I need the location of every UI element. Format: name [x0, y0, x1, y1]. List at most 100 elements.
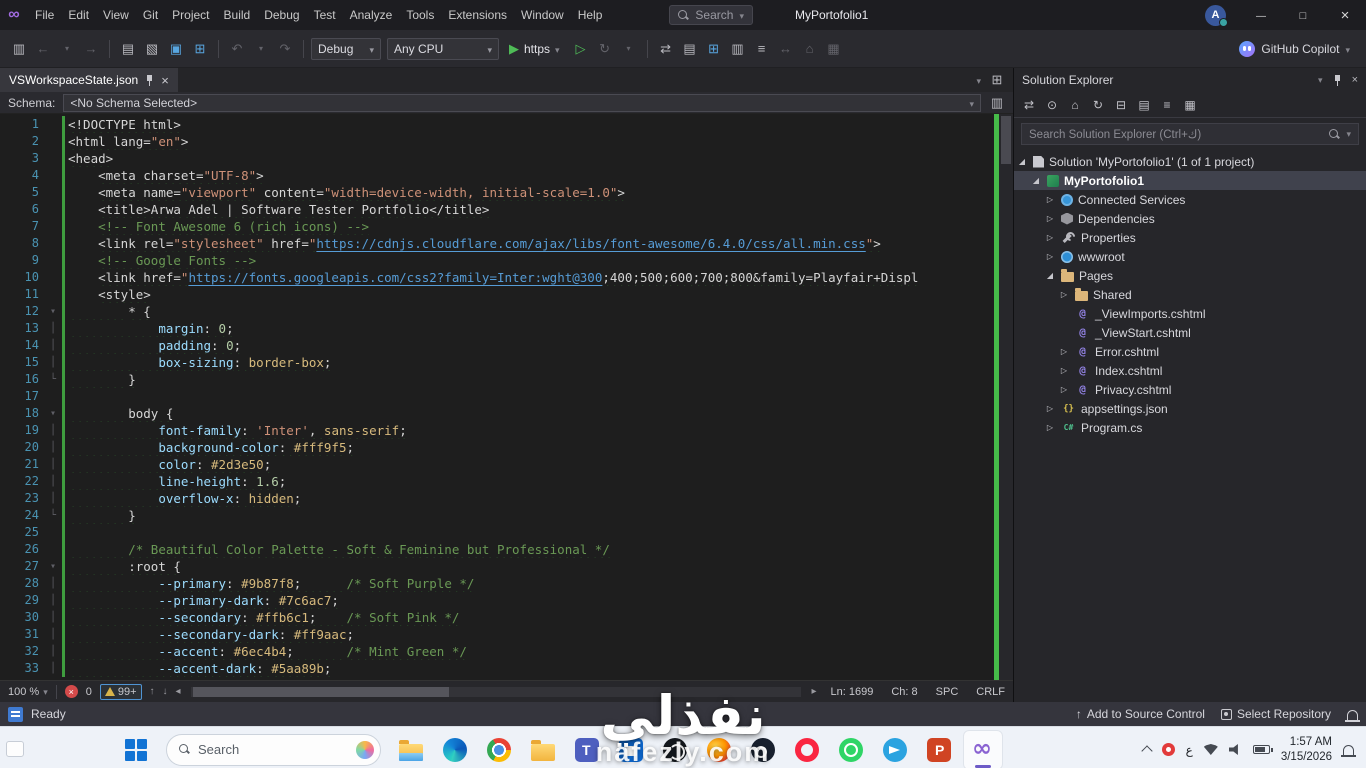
menu-item-extensions[interactable]: Extensions: [441, 0, 514, 30]
menu-item-file[interactable]: File: [28, 0, 61, 30]
tree-expander-icon[interactable]: ◢: [1044, 271, 1056, 280]
spaces-indicator[interactable]: SPC: [936, 686, 959, 698]
volume-icon[interactable]: [1228, 744, 1238, 755]
code-line[interactable]: 27 ▾ :root {: [0, 558, 993, 575]
eol-indicator[interactable]: CRLF: [976, 686, 1005, 698]
line-number[interactable]: 4: [0, 167, 46, 184]
taskbar-app-powerpoint[interactable]: [919, 730, 959, 768]
undo-dropdown-icon[interactable]: [250, 38, 272, 60]
tree-item-shared[interactable]: ▷ Shared: [1014, 285, 1366, 304]
menu-item-project[interactable]: Project: [165, 0, 216, 30]
taskbar-app-firefox[interactable]: [699, 730, 739, 768]
battery-icon[interactable]: [1252, 745, 1273, 754]
solution-configuration-dropdown[interactable]: Debug: [311, 37, 381, 60]
code-editor[interactable]: 1 <!DOCTYPE html> 2 <html lang="en"> 3 <head>…: [0, 114, 1013, 680]
pin-icon[interactable]: [1333, 74, 1342, 86]
panel-close-icon[interactable]: ×: [1352, 74, 1358, 86]
add-to-source-control-button[interactable]: Add to Source Control: [1076, 707, 1205, 721]
line-number[interactable]: 27: [0, 558, 46, 575]
save-icon[interactable]: [165, 38, 187, 60]
language-indicator[interactable]: ع: [1186, 743, 1193, 757]
code-line[interactable]: 6 <title>Arwa Adel | Software Tester Por…: [0, 201, 993, 218]
tree-item-dependencies[interactable]: ▷ Dependencies: [1014, 209, 1366, 228]
menu-item-help[interactable]: Help: [571, 0, 610, 30]
code-line[interactable]: 28 │ --primary: #9b87f8; /* Soft Purple *…: [0, 575, 993, 592]
scroll-right-icon[interactable]: ▸: [811, 686, 816, 697]
preview-selected-items-icon[interactable]: ▦: [1180, 95, 1200, 115]
code-line[interactable]: 25: [0, 524, 993, 541]
tray-recording-icon[interactable]: [1161, 743, 1175, 756]
navigate-backward-icon[interactable]: [32, 38, 54, 60]
tree-expander-icon[interactable]: ◢: [1016, 157, 1028, 166]
code-line[interactable]: 26 /* Beautiful Color Palette - Soft & F…: [0, 541, 993, 558]
code-line[interactable]: 13 │ margin: 0;: [0, 320, 993, 337]
line-number[interactable]: 20: [0, 439, 46, 456]
properties-icon[interactable]: ≡: [1157, 95, 1177, 115]
taskbar-app-edge[interactable]: [435, 730, 475, 768]
tree-expander-icon[interactable]: ▷: [1058, 290, 1070, 299]
taskbar-app-teams[interactable]: [567, 730, 607, 768]
new-file-icon[interactable]: [117, 38, 139, 60]
line-number[interactable]: 32: [0, 643, 46, 660]
menu-item-tools[interactable]: Tools: [399, 0, 441, 30]
tree-expander-icon[interactable]: ▷: [1044, 252, 1056, 261]
collapse-all-icon[interactable]: ⊟: [1111, 95, 1131, 115]
menu-item-test[interactable]: Test: [307, 0, 343, 30]
close-button[interactable]: [1324, 0, 1366, 30]
pin-icon[interactable]: [145, 74, 154, 86]
tree-expander-icon[interactable]: ▷: [1044, 404, 1056, 413]
vertical-scrollbar[interactable]: [999, 114, 1013, 680]
line-number[interactable]: 10: [0, 269, 46, 286]
schema-settings-icon[interactable]: [989, 92, 1005, 114]
line-number[interactable]: 19: [0, 422, 46, 439]
tree-item-error-cshtml[interactable]: ▷ Error.cshtml: [1014, 342, 1366, 361]
schema-dropdown[interactable]: <No Schema Selected>: [63, 93, 981, 112]
line-number[interactable]: 13: [0, 320, 46, 337]
code-line[interactable]: 5 <meta name="viewport" content="width=d…: [0, 184, 993, 201]
menu-item-view[interactable]: View: [96, 0, 136, 30]
taskbar-app-visual-studio[interactable]: [963, 729, 1003, 768]
clock[interactable]: 1:57 AM 3/15/2026: [1281, 735, 1332, 765]
code-line[interactable]: 8 <link rel="stylesheet" href="https://c…: [0, 235, 993, 252]
code-line[interactable]: 16 └ }: [0, 371, 993, 388]
line-number[interactable]: 17: [0, 388, 46, 405]
line-number[interactable]: 24: [0, 507, 46, 524]
line-number[interactable]: 1: [0, 116, 46, 133]
maximize-button[interactable]: [1282, 0, 1324, 30]
fold-indicator-icon[interactable]: ▾: [46, 558, 60, 575]
code-line[interactable]: 32 │ --accent: #6ec4b4; /* Mint Green */: [0, 643, 993, 660]
tree-item-appsettings-json[interactable]: ▷ appsettings.json: [1014, 399, 1366, 418]
chevron-down-icon[interactable]: [1318, 74, 1323, 86]
taskbar-app-store[interactable]: [611, 730, 651, 768]
taskbar-app-whatsapp[interactable]: [831, 730, 871, 768]
indent-icon[interactable]: [775, 38, 797, 60]
home-icon[interactable]: [799, 38, 821, 60]
notifications-bell-icon[interactable]: [1345, 709, 1360, 722]
redo-icon[interactable]: [274, 38, 296, 60]
navigate-backward-dropdown-icon[interactable]: [56, 38, 78, 60]
wifi-icon[interactable]: [1203, 744, 1218, 755]
tab-vsworkspacestate-json[interactable]: VSWorkspaceState.json: [0, 68, 178, 92]
line-number[interactable]: 33: [0, 660, 46, 677]
line-number[interactable]: 6: [0, 201, 46, 218]
code-line[interactable]: 11 <style>: [0, 286, 993, 303]
line-number[interactable]: 11: [0, 286, 46, 303]
zoom-control[interactable]: 100 %: [8, 686, 48, 698]
show-all-files-icon[interactable]: ▤: [1134, 95, 1154, 115]
code-line[interactable]: 24 └ }: [0, 507, 993, 524]
hidden-icons-chevron[interactable]: [1140, 745, 1153, 757]
tree-expander-icon[interactable]: ▷: [1044, 195, 1056, 204]
tree-expander-icon[interactable]: ▷: [1044, 423, 1056, 432]
save-all-icon[interactable]: [189, 38, 211, 60]
line-number[interactable]: 21: [0, 456, 46, 473]
code-line[interactable]: 19 │ font-family: 'Inter', sans-serif;: [0, 422, 993, 439]
tree-item-index-cshtml[interactable]: ▷ Index.cshtml: [1014, 361, 1366, 380]
line-number[interactable]: 25: [0, 524, 46, 541]
line-number[interactable]: 16: [0, 371, 46, 388]
tree-item-wwwroot[interactable]: ▷ wwwroot: [1014, 247, 1366, 266]
next-issue-icon[interactable]: ↓: [163, 686, 168, 697]
line-operations-icon[interactable]: [751, 38, 773, 60]
navigate-forward-icon[interactable]: [80, 38, 102, 60]
code-line[interactable]: 15 │ box-sizing: border-box;: [0, 354, 993, 371]
tree-item-properties[interactable]: ▷ Properties: [1014, 228, 1366, 247]
